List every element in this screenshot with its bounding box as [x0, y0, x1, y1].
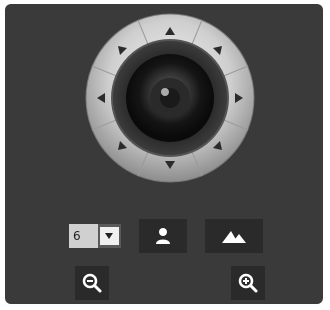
- chevron-down-icon[interactable]: [99, 227, 119, 245]
- zoom-out-button[interactable]: [75, 266, 109, 300]
- zoom-out-icon: [82, 273, 102, 293]
- person-button[interactable]: [139, 219, 187, 253]
- speed-value: 6: [69, 224, 98, 248]
- ptz-joystick-graphic: [85, 13, 255, 183]
- speed-select[interactable]: 6: [69, 224, 121, 248]
- zoom-in-icon: [238, 273, 258, 293]
- person-icon: [156, 228, 170, 244]
- ptz-control-panel: 6: [5, 4, 323, 304]
- zoom-in-button[interactable]: [231, 266, 265, 300]
- chevron-down-icon-graphic: [105, 233, 114, 239]
- ptz-joystick: [85, 13, 255, 183]
- mountain-icon: [222, 231, 246, 243]
- scene-button[interactable]: [205, 219, 263, 253]
